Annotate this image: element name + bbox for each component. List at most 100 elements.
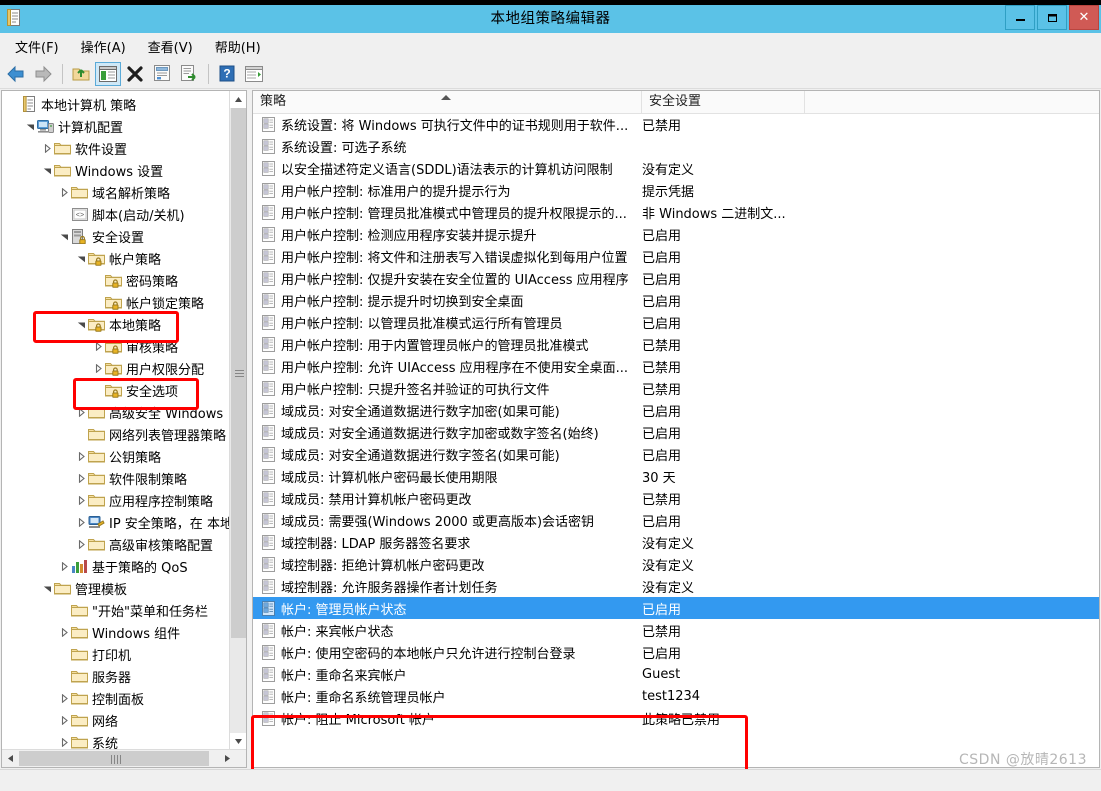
chevron-right-icon[interactable] (74, 467, 88, 489)
table-row[interactable]: 域控制器: LDAP 服务器签名要求没有定义 (253, 531, 1099, 553)
console-tree[interactable]: 本地计算机 策略计算机配置软件设置Windows 设置域名解析策略<>脚本(启动… (2, 93, 230, 768)
show-hide-tree-icon[interactable] (95, 62, 121, 86)
menu-help[interactable]: 帮助(H) (204, 34, 272, 59)
tree-node-27[interactable]: 控制面板 (2, 687, 230, 709)
table-row[interactable]: 帐户: 阻止 Microsoft 帐户此策略已禁用 (253, 707, 1099, 729)
table-row[interactable]: 用户帐户控制: 允许 UIAccess 应用程序在不使用安全桌面...已禁用 (253, 355, 1099, 377)
chevron-right-icon[interactable] (57, 687, 71, 709)
table-row[interactable]: 系统设置: 可选子系统 (253, 135, 1099, 157)
chevron-right-icon[interactable] (57, 181, 71, 203)
table-row[interactable]: 域成员: 计算机帐户密码最长使用期限30 天 (253, 465, 1099, 487)
tree-node-6[interactable]: 安全设置 (2, 225, 230, 247)
table-row[interactable]: 用户帐户控制: 标准用户的提升提示行为提示凭据 (253, 179, 1099, 201)
tree-vertical-scrollbar[interactable] (229, 91, 246, 750)
forward-icon[interactable] (30, 62, 56, 86)
table-row[interactable]: 域成员: 对安全通道数据进行数字签名(如果可能)已启用 (253, 443, 1099, 465)
back-icon[interactable] (3, 62, 29, 86)
table-row[interactable]: 用户帐户控制: 检测应用程序安装并提示提升已启用 (253, 223, 1099, 245)
column-policy[interactable]: 策略 (253, 91, 642, 113)
tree-node-21[interactable]: 基于策略的 QoS (2, 555, 230, 577)
table-row[interactable]: 用户帐户控制: 只提升签名并验证的可执行文件已禁用 (253, 377, 1099, 399)
tree-node-24[interactable]: Windows 组件 (2, 621, 230, 643)
chevron-down-icon[interactable] (23, 115, 37, 137)
table-row[interactable]: 帐户: 管理员帐户状态已启用 (253, 597, 1099, 619)
chevron-right-icon[interactable] (74, 401, 88, 423)
chevron-right-icon[interactable] (57, 555, 71, 577)
chevron-down-icon[interactable] (74, 313, 88, 335)
show-action-pane-icon[interactable] (241, 62, 267, 86)
tree-node-4[interactable]: 域名解析策略 (2, 181, 230, 203)
menu-file[interactable]: 文件(F) (4, 34, 70, 59)
tree-node-3[interactable]: Windows 设置 (2, 159, 230, 181)
tree-node-11[interactable]: 审核策略 (2, 335, 230, 357)
tree-scroll-thumb[interactable] (231, 108, 246, 638)
column-security-setting[interactable]: 安全设置 (642, 91, 805, 113)
chevron-right-icon[interactable] (74, 489, 88, 511)
scroll-down-icon[interactable] (230, 733, 247, 750)
table-row[interactable]: 域成员: 禁用计算机帐户密码更改已禁用 (253, 487, 1099, 509)
policy-rows[interactable]: 系统设置: 将 Windows 可执行文件中的证书规则用于软件...已禁用系统设… (253, 113, 1099, 729)
tree-node-14[interactable]: 高级安全 Windows (2, 401, 230, 423)
chevron-down-icon[interactable] (40, 577, 54, 599)
chevron-right-icon[interactable] (57, 709, 71, 731)
tree-node-1[interactable]: 计算机配置 (2, 115, 230, 137)
table-row[interactable]: 帐户: 重命名来宾帐户Guest (253, 663, 1099, 685)
table-row[interactable]: 域成员: 对安全通道数据进行数字加密或数字签名(始终)已启用 (253, 421, 1099, 443)
table-row[interactable]: 域控制器: 允许服务器操作者计划任务没有定义 (253, 575, 1099, 597)
tree-node-0[interactable]: 本地计算机 策略 (2, 93, 230, 115)
properties-icon[interactable] (149, 62, 175, 86)
tree-node-12[interactable]: 用户权限分配 (2, 357, 230, 379)
table-row[interactable]: 用户帐户控制: 仅提升安装在安全位置的 UIAccess 应用程序已启用 (253, 267, 1099, 289)
table-row[interactable]: 帐户: 使用空密码的本地帐户只允许进行控制台登录已启用 (253, 641, 1099, 663)
menu-view[interactable]: 查看(V) (137, 34, 204, 59)
tree-node-5[interactable]: <>脚本(启动/关机) (2, 203, 230, 225)
tree-node-22[interactable]: 管理模板 (2, 577, 230, 599)
tree-node-26[interactable]: 服务器 (2, 665, 230, 687)
chevron-right-icon[interactable] (91, 357, 105, 379)
chevron-down-icon[interactable] (74, 247, 88, 269)
tree-horizontal-scrollbar[interactable] (2, 749, 246, 767)
help-icon[interactable]: ? (214, 62, 240, 86)
close-button[interactable]: ✕ (1069, 5, 1099, 30)
chevron-down-icon[interactable] (40, 159, 54, 181)
tree-node-23[interactable]: "开始"菜单和任务栏 (2, 599, 230, 621)
scroll-up-icon[interactable] (230, 91, 247, 108)
tree-node-20[interactable]: 高级审核策略配置 (2, 533, 230, 555)
table-row[interactable]: 用户帐户控制: 以管理员批准模式运行所有管理员已启用 (253, 311, 1099, 333)
tree-scroll-track[interactable] (230, 108, 247, 733)
chevron-down-icon[interactable] (57, 225, 71, 247)
tree-node-17[interactable]: 软件限制策略 (2, 467, 230, 489)
table-row[interactable]: 帐户: 重命名系统管理员帐户test1234 (253, 685, 1099, 707)
table-row[interactable]: 用户帐户控制: 将文件和注册表写入错误虚拟化到每用户位置已启用 (253, 245, 1099, 267)
table-row[interactable]: 用户帐户控制: 提示提升时切换到安全桌面已启用 (253, 289, 1099, 311)
delete-icon[interactable] (122, 62, 148, 86)
chevron-right-icon[interactable] (57, 621, 71, 643)
tree-node-2[interactable]: 软件设置 (2, 137, 230, 159)
tree-node-19[interactable]: IP 安全策略，在 本地 (2, 511, 230, 533)
tree-node-9[interactable]: 帐户锁定策略 (2, 291, 230, 313)
chevron-right-icon[interactable] (74, 511, 88, 533)
tree-node-7[interactable]: 帐户策略 (2, 247, 230, 269)
chevron-right-icon[interactable] (74, 533, 88, 555)
table-row[interactable]: 帐户: 来宾帐户状态已禁用 (253, 619, 1099, 641)
tree-node-28[interactable]: 网络 (2, 709, 230, 731)
table-row[interactable]: 域控制器: 拒绝计算机帐户密码更改没有定义 (253, 553, 1099, 575)
table-row[interactable]: 域成员: 对安全通道数据进行数字加密(如果可能)已启用 (253, 399, 1099, 421)
minimize-button[interactable] (1005, 5, 1035, 30)
scroll-left-icon[interactable] (2, 750, 19, 767)
tree-node-13[interactable]: 安全选项 (2, 379, 230, 401)
tree-hscroll-thumb[interactable] (19, 751, 209, 766)
tree-node-18[interactable]: 应用程序控制策略 (2, 489, 230, 511)
up-one-level-icon[interactable] (68, 62, 94, 86)
table-row[interactable]: 以安全描述符定义语言(SDDL)语法表示的计算机访问限制没有定义 (253, 157, 1099, 179)
tree-node-8[interactable]: 密码策略 (2, 269, 230, 291)
tree-node-16[interactable]: 公钥策略 (2, 445, 230, 467)
maximize-restore-button[interactable] (1037, 5, 1067, 30)
chevron-right-icon[interactable] (91, 335, 105, 357)
chevron-right-icon[interactable] (40, 137, 54, 159)
table-row[interactable]: 用户帐户控制: 管理员批准模式中管理员的提升权限提示的...非 Windows … (253, 201, 1099, 223)
table-row[interactable]: 域成员: 需要强(Windows 2000 或更高版本)会话密钥已启用 (253, 509, 1099, 531)
menu-action[interactable]: 操作(A) (70, 34, 137, 59)
table-row[interactable]: 系统设置: 将 Windows 可执行文件中的证书规则用于软件...已禁用 (253, 113, 1099, 135)
table-row[interactable]: 用户帐户控制: 用于内置管理员帐户的管理员批准模式已禁用 (253, 333, 1099, 355)
